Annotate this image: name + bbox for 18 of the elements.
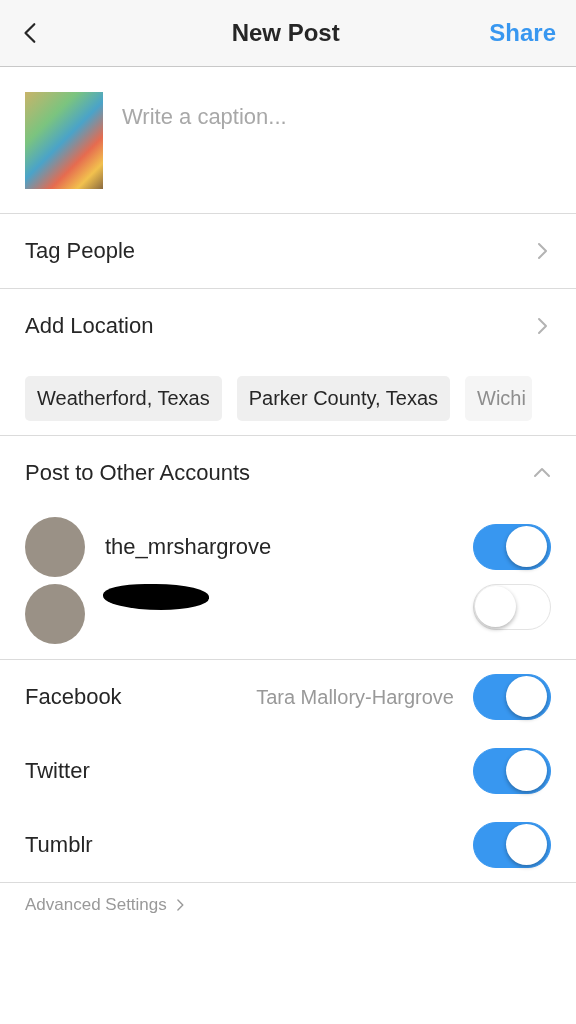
section-title: Post to Other Accounts [25,460,250,486]
list-row[interactable]: Add Location [0,289,576,363]
toggle-switch[interactable] [473,524,551,570]
toggle-switch[interactable] [473,822,551,868]
page-title: New Post [231,19,340,47]
service-name: Tumblr [25,832,93,858]
list-row[interactable]: Tag People [0,214,576,289]
location-chip[interactable]: Weatherford, Texas [25,376,222,421]
username: the_mrshargrove [105,534,272,560]
avatar [25,517,85,577]
location-chip[interactable]: Parker County, Texas [236,376,451,421]
account-name: Tara Mallory-Hargrove [256,685,454,709]
caption-field[interactable]: Write a caption... [122,104,522,130]
service-name: Facebook [25,684,122,710]
toggle-switch[interactable] [473,674,551,720]
avatar [25,584,85,644]
service-name: Twitter [25,758,90,784]
toggle-switch[interactable] [473,748,551,794]
